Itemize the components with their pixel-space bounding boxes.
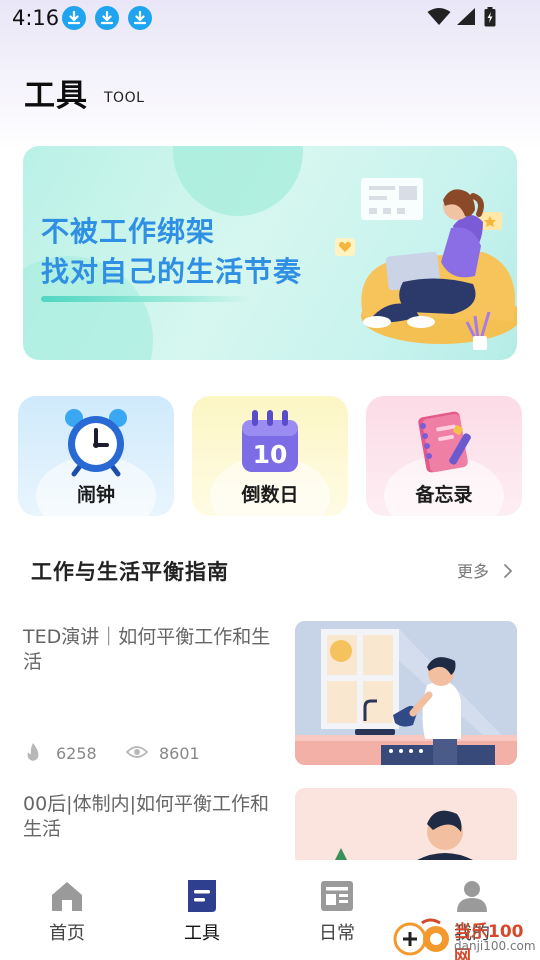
home-icon — [52, 882, 82, 911]
tool-label: 闹钟 — [76, 484, 115, 506]
status-bar: 4:16 — [0, 0, 540, 36]
article-thumbnail — [295, 621, 517, 765]
countdown-badge: 10 — [253, 440, 288, 469]
article-item[interactable]: TED演讲｜如何平衡工作和生活 6258 8601 — [0, 621, 540, 767]
nav-label: 工具 — [184, 923, 220, 944]
banner-headline: 找对自己的生活节奏 — [41, 255, 303, 288]
download-icon — [95, 6, 119, 30]
man-kettle-illustration — [295, 621, 517, 765]
banner-underline — [41, 296, 251, 302]
watermark-logo: 当乐100网 danji100.com — [392, 915, 538, 960]
banner-headline: 不被工作绑架 — [41, 215, 216, 248]
woman-laptop-illustration — [335, 178, 517, 350]
tool-label: 倒数日 — [241, 484, 299, 506]
status-time: 4:16 — [12, 6, 60, 30]
tool-card-countdown[interactable]: 10 倒数日 — [192, 396, 348, 516]
tool-label: 备忘录 — [415, 484, 473, 506]
calendar-countdown-icon: 10 — [242, 410, 298, 472]
download-icon — [128, 6, 152, 30]
tool-card-memo[interactable]: 备忘录 — [366, 396, 522, 516]
watermark-url: danji100.com — [454, 939, 536, 953]
page-title: 工具 — [24, 78, 88, 114]
chevron-right-icon[interactable] — [503, 563, 513, 579]
tool-doc-icon — [188, 880, 216, 912]
page-subtitle: TOOL — [104, 90, 145, 106]
profile-icon — [457, 881, 487, 912]
daily-news-icon — [321, 881, 353, 911]
notebook-icon — [418, 411, 471, 473]
article-title: TED演讲｜如何平衡工作和生活 — [23, 626, 271, 673]
article-thumbnail — [295, 788, 517, 860]
signal-icon — [456, 8, 476, 30]
battery-charging-icon — [484, 7, 496, 31]
watermark-emblem — [393, 918, 449, 956]
more-link[interactable]: 更多 — [457, 558, 489, 582]
download-icon — [62, 6, 86, 30]
banner-decoration — [173, 146, 303, 216]
eye-icon — [126, 746, 148, 758]
view-count: 8601 — [159, 744, 200, 763]
article-title: 00后|体制内|如何平衡工作和生活 — [23, 793, 269, 840]
section-title: 工作与生活平衡指南 — [31, 560, 229, 584]
nav-item-tools[interactable]: 工具 — [162, 860, 242, 960]
nav-item-daily[interactable]: 日常 — [297, 860, 377, 960]
flame-icon — [27, 743, 39, 761]
wifi-icon — [427, 8, 451, 30]
article-item[interactable]: 00后|体制内|如何平衡工作和生活 — [0, 788, 540, 860]
alarm-clock-icon — [65, 409, 127, 477]
promo-banner[interactable]: 不被工作绑架 找对自己的生活节奏 — [23, 146, 517, 360]
nav-label: 首页 — [49, 923, 85, 944]
nav-label: 日常 — [319, 923, 355, 944]
nav-item-home[interactable]: 首页 — [27, 860, 107, 960]
man-portrait-illustration — [295, 788, 517, 860]
hot-count: 6258 — [56, 744, 97, 763]
tool-card-alarm[interactable]: 闹钟 — [18, 396, 174, 516]
